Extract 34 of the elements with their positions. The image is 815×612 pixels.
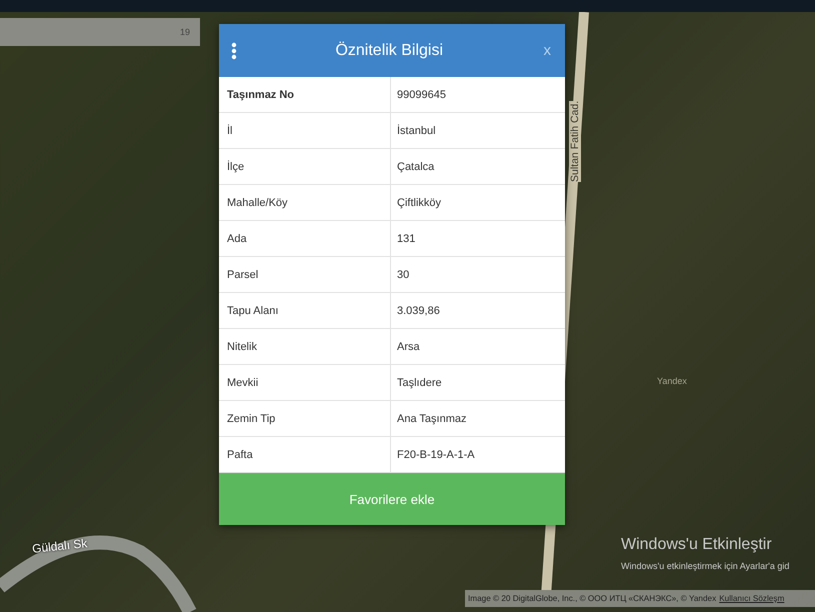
zoom-bar[interactable]: 19 [0,18,200,46]
attribute-value: Ana Taşınmaz [396,412,468,426]
attribute-label: Nitelik [219,329,391,364]
add-favorites-button[interactable]: Favorilere ekle [219,473,565,525]
street-label: Güldalı Sk [31,536,88,556]
attribute-value: Arsa [396,340,421,354]
attribute-value: 99099645 [396,88,447,102]
attribute-value: 131 [396,232,416,246]
attribute-value: F20-B-19-A-1-A [396,448,476,462]
attribute-value: 3.039,86 [396,304,441,318]
attribute-label: Mahalle/Köy [219,185,391,220]
attribute-label: Pafta [219,437,391,472]
street-label: Sultan Fatih Cad. [569,100,581,182]
attribute-label: Mevkii [219,365,391,400]
attribute-value: Çiftlikköy [396,196,442,210]
attribute-value: 30 [396,268,410,282]
dialog-title: Öznitelik Bilgisi [334,42,444,60]
zoom-level: 19 [180,27,190,37]
attribute-value: Çatalca [396,160,436,174]
activation-message: Windows'u etkinleştirmek için Ayarlar'a gid [621,561,790,571]
attribution-text: Image © 20 DigitalGlobe, Inc., © ООО ИТЦ «СКАНЭКС», © Yandex [468,594,716,603]
activation-title: Windows'u Etkinleştir [621,536,773,554]
close-button[interactable]: x [542,42,553,59]
attribute-label: İlçe [219,149,391,184]
attribute-label: Taşınmaz No [219,77,391,112]
terms-link[interactable]: Kullanıcı Sözleşm [719,594,784,603]
attribute-value: Taşlıdere [396,376,443,390]
attribute-label: Ada [219,221,391,256]
attribute-label: İl [219,113,391,148]
attribute-value: İstanbul [396,124,437,138]
attribute-label: Parsel [219,257,391,292]
attribute-label: Tapu Alanı [219,293,391,328]
provider-mark: Yandex [657,376,687,386]
attribute-label: Zemin Tip [219,401,391,436]
